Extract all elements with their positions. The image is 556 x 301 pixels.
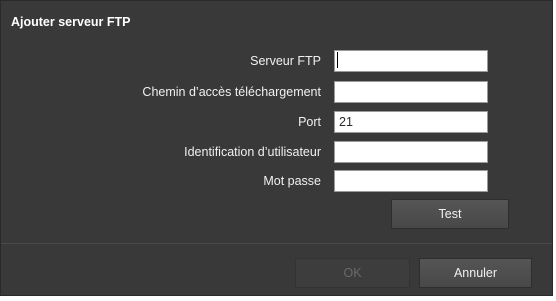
server-input[interactable] [334, 50, 488, 72]
add-ftp-server-dialog: Ajouter serveur FTP Serveur FTP Chemin d… [0, 0, 553, 296]
download-path-label: Chemin d’accès téléchargement [142, 85, 321, 99]
footer-divider [1, 243, 552, 244]
password-input[interactable] [334, 170, 488, 192]
port-input[interactable] [334, 111, 488, 133]
ok-button[interactable]: OK [295, 258, 410, 288]
dialog-title: Ajouter serveur FTP [11, 15, 131, 29]
download-path-input[interactable] [334, 81, 488, 103]
user-id-label: Identification d’utilisateur [184, 145, 321, 159]
user-id-input[interactable] [334, 141, 488, 163]
server-label: Serveur FTP [250, 54, 321, 68]
cancel-button[interactable]: Annuler [419, 258, 532, 288]
text-caret [337, 52, 338, 68]
port-label: Port [298, 115, 321, 129]
password-label: Mot passe [263, 174, 321, 188]
test-button[interactable]: Test [391, 199, 509, 229]
